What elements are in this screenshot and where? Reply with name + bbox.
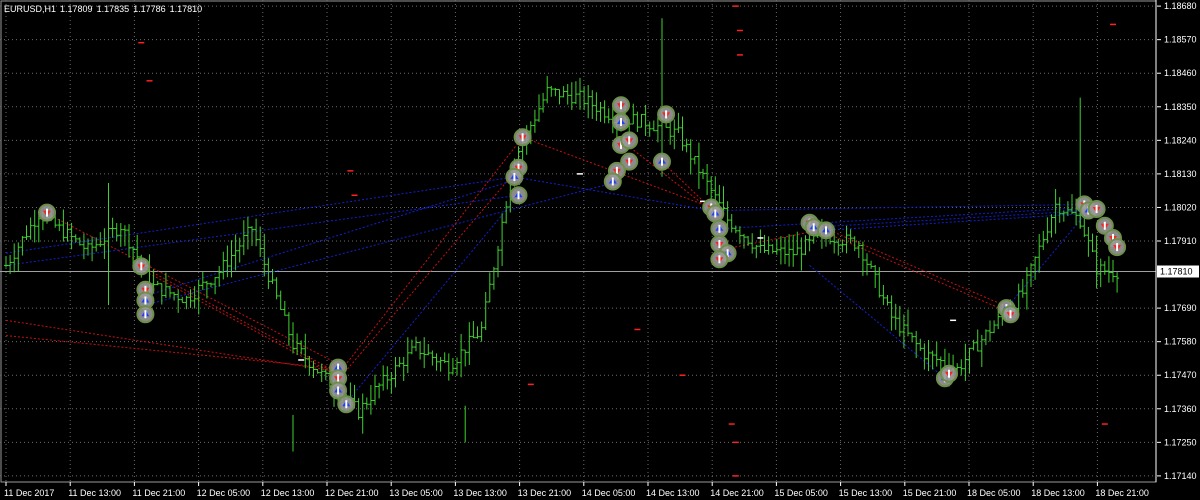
time-axis-label: 14 Dec 05:00 xyxy=(582,488,636,498)
signal-line xyxy=(620,139,712,211)
time-axis-label: 18 Dec 21:00 xyxy=(1095,488,1149,498)
signal-marker-stem xyxy=(1103,221,1106,230)
time-axis-label: 15 Dec 05:00 xyxy=(774,488,828,498)
price-axis-label: 1.18020 xyxy=(1164,202,1197,212)
signal-marker-stem xyxy=(517,191,520,200)
time-axis-label: 12 Dec 21:00 xyxy=(325,488,379,498)
signal-marker-stem xyxy=(1009,310,1012,319)
time-axis-label: 18 Dec 13:00 xyxy=(1031,488,1085,498)
signal-marker-stem xyxy=(513,172,516,181)
price-axis-label: 1.17140 xyxy=(1164,471,1197,481)
signal-marker-stem xyxy=(825,226,827,235)
signal-marker-stem xyxy=(337,374,340,383)
price-axis-label: 1.18130 xyxy=(1164,169,1197,179)
signal-marker-stem xyxy=(714,209,717,218)
price-axis-label: 1.18240 xyxy=(1164,135,1197,145)
signal-line xyxy=(341,136,523,370)
plot-border xyxy=(0,0,1157,483)
signal-marker-stem xyxy=(812,223,815,232)
signal-line xyxy=(145,268,343,376)
chart-grid xyxy=(0,0,1157,483)
signal-marker-stem xyxy=(140,262,143,271)
signal-line xyxy=(809,225,1007,312)
price-axis-label: 1.17250 xyxy=(1164,437,1197,447)
chart-window[interactable]: 1.18680 1.18570 1.18460 1.18350 1.18240 1.181… xyxy=(0,0,1200,500)
signal-line xyxy=(719,206,1089,230)
price-axis-label: 1.18350 xyxy=(1164,102,1197,112)
price-axis-label: 1.17580 xyxy=(1164,337,1197,347)
ohlc-low: 1.17786 xyxy=(133,4,166,14)
signal-marker-stem xyxy=(948,369,950,378)
signal-marker-stem xyxy=(661,157,663,166)
price-axis-label: 1.18570 xyxy=(1164,35,1197,45)
candles xyxy=(4,18,1120,452)
time-axis-label: 13 Dec 21:00 xyxy=(518,488,572,498)
signal-marker-stem xyxy=(628,157,631,166)
time-axis-label: 11 Dec 21:00 xyxy=(132,488,185,498)
signal-marker-stem xyxy=(718,255,721,264)
signal-lines xyxy=(5,136,1089,404)
signal-line xyxy=(825,228,1011,309)
signal-marker-stem xyxy=(665,110,668,119)
signal-marker-stem xyxy=(144,310,147,319)
symbol-label: EURUSD,H1 xyxy=(4,4,57,14)
price-axis-label: 1.17360 xyxy=(1164,404,1197,414)
signal-marker-stem xyxy=(1116,243,1119,252)
time-axis-label: 14 Dec 13:00 xyxy=(646,488,700,498)
time-axis-label: 14 Dec 21:00 xyxy=(710,488,764,498)
signal-line xyxy=(5,319,343,373)
ohlc-close: 1.17810 xyxy=(169,4,203,14)
signal-marker-stem xyxy=(521,133,524,142)
signal-markers xyxy=(38,96,1127,414)
signal-marker-stem xyxy=(718,224,721,233)
price-axis-label: 1.18680 xyxy=(1164,1,1197,11)
time-axis-label: 15 Dec 21:00 xyxy=(903,488,957,498)
price-chart[interactable]: 1.18680 1.18570 1.18460 1.18350 1.18240 1.181… xyxy=(0,0,1200,500)
signal-marker-stem xyxy=(144,296,147,305)
signal-marker-stem xyxy=(611,177,614,186)
signal-marker-stem xyxy=(345,400,348,409)
price-axis-label: 1.17910 xyxy=(1164,236,1197,246)
current-price-label: 1.17810 xyxy=(1160,267,1193,277)
chart-title: EURUSD,H1 1.17809 1.17835 1.17786 1.17810 xyxy=(4,4,206,14)
ohlc-high: 1.17835 xyxy=(96,4,130,14)
signal-line xyxy=(345,194,519,404)
signal-marker-stem xyxy=(628,136,631,145)
signal-marker-stem xyxy=(337,386,340,395)
time-axis-label: 11 Dec 13:00 xyxy=(68,488,121,498)
axes: 1.18680 1.18570 1.18460 1.18350 1.18240 1.181… xyxy=(4,0,1199,498)
time-axis-label: 12 Dec 05:00 xyxy=(197,488,251,498)
time-axis-label: 18 Dec 05:00 xyxy=(967,488,1021,498)
price-axis-label: 1.17470 xyxy=(1164,370,1197,380)
signal-line xyxy=(145,271,343,379)
signal-marker-stem xyxy=(620,118,622,127)
time-axis-label: 13 Dec 13:00 xyxy=(453,488,507,498)
price-axis-label: 1.18460 xyxy=(1164,68,1197,78)
time-axis-label: 13 Dec 05:00 xyxy=(389,488,443,498)
signal-marker-stem xyxy=(1095,204,1098,213)
time-axis-label: 15 Dec 13:00 xyxy=(839,488,893,498)
time-axis-label: 12 Dec 13:00 xyxy=(261,488,315,498)
signal-marker-stem xyxy=(718,240,721,249)
price-axis-label: 1.17690 xyxy=(1164,303,1197,313)
signal-line xyxy=(825,213,1085,231)
signal-marker-stem xyxy=(620,101,622,110)
signal-line xyxy=(5,194,519,266)
ohlc-open: 1.17809 xyxy=(60,4,93,14)
time-axis-label: 11 Dec 2017 xyxy=(4,488,54,498)
signal-marker-stem xyxy=(46,208,48,217)
